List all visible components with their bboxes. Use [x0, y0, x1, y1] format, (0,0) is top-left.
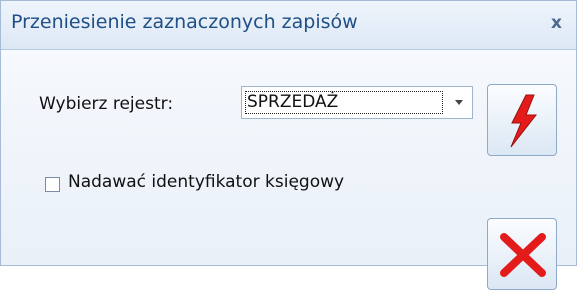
cancel-button[interactable] — [487, 218, 557, 290]
chevron-down-icon[interactable] — [446, 87, 472, 118]
accounting-id-label[interactable]: Nadawać identyfikator księgowy — [68, 172, 344, 192]
register-value: SPRZEDAŻ — [245, 91, 443, 114]
dialog-title: Przeniesienie zaznaczonych zapisów — [11, 11, 358, 33]
dialog-content: Wybierz rejestr: SPRZEDAŻ Nadawać identy… — [1, 50, 576, 290]
execute-button[interactable] — [487, 84, 557, 156]
register-dropdown[interactable]: SPRZEDAŻ — [241, 86, 473, 119]
register-label: Wybierz rejestr: — [39, 94, 174, 114]
accounting-id-checkbox[interactable] — [45, 177, 60, 192]
close-icon[interactable]: x — [551, 13, 562, 33]
title-bar: Przeniesienie zaznaczonych zapisów x — [1, 1, 576, 50]
dialog-window: Przeniesienie zaznaczonych zapisów x Wyb… — [0, 0, 577, 290]
red-x-icon — [500, 233, 546, 277]
lightning-icon — [510, 94, 538, 148]
